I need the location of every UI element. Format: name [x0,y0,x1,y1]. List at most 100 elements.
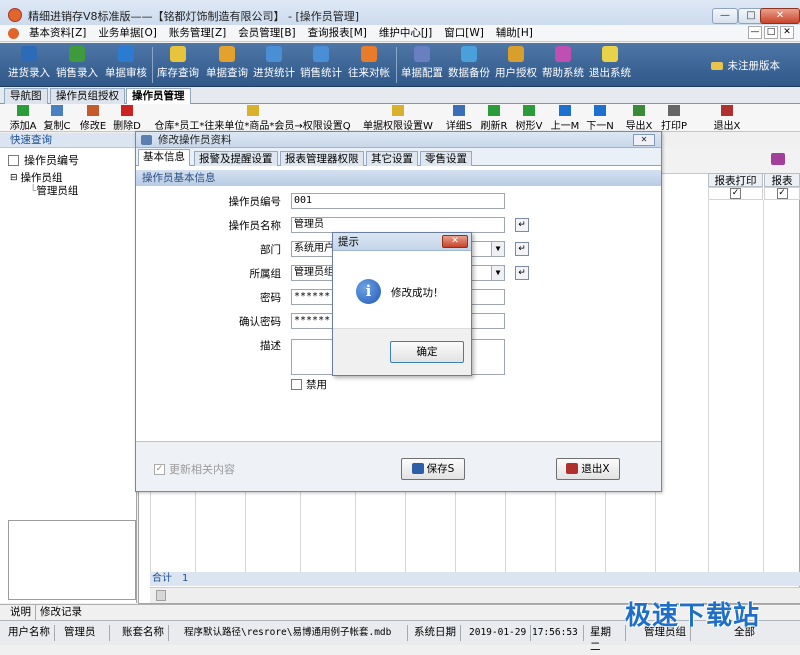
doc-query-button[interactable]: 单据查询 [205,46,249,80]
edit-button[interactable]: 修改E [78,105,108,132]
exit-door-icon [602,46,618,62]
grid-cell-checkbox[interactable]: ✓ [764,187,800,200]
close-button[interactable]: ✕ [760,8,800,24]
menu-window[interactable]: 窗口[W] [438,25,490,42]
status-book-value: 程序默认路径\resrore\易博通用例子帐套.mdb [180,625,408,641]
export-button[interactable]: 导出X [624,105,654,132]
message-box-close-button[interactable]: ✕ [442,235,468,248]
edit-icon [87,105,99,116]
status-book-label: 账套名称 [118,625,169,641]
scrollbar-thumb[interactable] [156,590,166,601]
operator-id-field[interactable]: 001 [291,193,505,209]
save-button[interactable]: 保存S [401,458,465,480]
column-header-report-print[interactable]: 报表打印 [708,173,763,187]
reconcile-button[interactable]: 往来对帐 [347,46,391,80]
mdi-minimize-button[interactable]: — [748,26,762,39]
menu-business-docs[interactable]: 业务单据[O] [92,25,162,42]
ok-button[interactable]: 确定 [390,341,464,363]
menu-maintenance[interactable]: 维护中心[J] [373,25,438,42]
backup-button[interactable]: 数据备份 [447,46,491,80]
disable-checkbox[interactable] [291,379,302,390]
department-picker-button[interactable]: ↵ [515,242,529,256]
update-related-checkbox[interactable]: ✓ [154,463,165,475]
doc-review-button[interactable]: 单据审核 [104,46,148,80]
stock-query-icon [170,46,186,62]
dialog-close-button[interactable]: ✕ [633,134,655,146]
info-icon: i [356,279,381,304]
arrow-left-icon [559,105,571,116]
filter-row: 操作员编号 [8,152,79,168]
tab-basic-info[interactable]: 基本信息 [138,149,190,166]
menu-help[interactable]: 辅助[H] [490,25,539,42]
copy-button[interactable]: 复制C [42,105,72,132]
tab-navigation[interactable]: 导航图 [4,88,48,104]
arrow-right-icon [594,105,606,116]
tree-icon [523,105,535,116]
print-button[interactable]: 打印P [659,105,689,132]
doc-query-icon [219,46,235,62]
main-toolbar: 进货录入 销售录入 单据审核 库存查询 单据查询 进货统计 销售统计 往来对帐 … [0,43,800,87]
status-user-value: 管理员 [60,625,110,641]
details-button[interactable]: 详细S [444,105,474,132]
status-date-label: 系统日期 [410,625,461,641]
message-box-footer: 确定 [333,328,471,375]
exit-button[interactable]: 退出X [710,105,744,132]
stock-query-button[interactable]: 库存查询 [156,46,200,80]
description-label: 描述 [260,340,281,352]
operator-name-field[interactable]: 管理员 [291,217,505,233]
menu-members[interactable]: 会员管理[B] [232,25,301,42]
copy-icon [51,105,63,116]
next-button[interactable]: 下一N [584,105,616,132]
exit-system-button[interactable]: 退出系统 [588,46,632,80]
menu-basic-data[interactable]: 基本资料[Z] [23,25,92,42]
mdi-close-button[interactable]: ✕ [780,26,794,39]
sales-stats-icon [313,46,329,62]
purchase-entry-button[interactable]: 进货录入 [8,46,50,80]
quick-query-header[interactable]: 快速查询 [0,133,136,148]
message-box-title: 提示 [338,236,359,248]
add-button[interactable]: 添加A [8,105,38,132]
tree-node-root[interactable]: ⊟ 操作员组 [10,172,78,185]
doc-config-button[interactable]: 单据配置 [400,46,444,80]
doc-permission-button[interactable]: 单据权限设置W [360,105,436,132]
update-related-label: 更新相关内容 [169,463,235,476]
refresh-button[interactable]: 刷新R [479,105,509,132]
purchase-stats-button[interactable]: 进货统计 [252,46,296,80]
purchase-entry-icon [21,46,37,62]
minimize-button[interactable]: — [712,8,738,24]
menu-reports[interactable]: 查询报表[M] [302,25,373,42]
dialog-exit-button[interactable]: 退出X [556,458,620,480]
disable-label: 禁用 [306,379,327,391]
tab-alerts[interactable]: 报警及提醒设置 [194,151,278,166]
prev-button[interactable]: 上一M [549,105,581,132]
book-icon[interactable] [771,153,785,165]
tree-node-admin-group[interactable]: └管理员组 [10,185,78,198]
permission-setting-button[interactable]: 仓库*员工*往来单位*商品*会员→权限设置Q [150,105,355,132]
notes-tab-history[interactable]: 修改记录 [35,605,86,620]
tab-report-permissions[interactable]: 报表管理器权限 [280,151,364,166]
delete-button[interactable]: 删除D [112,105,142,132]
mdi-restore-button[interactable]: □ [764,26,778,39]
tab-operator-management[interactable]: 操作员管理 [126,88,191,104]
tab-group-auth[interactable]: 操作员组授权 [50,88,125,104]
grid-line [245,490,246,572]
refresh-icon [488,105,500,116]
sales-entry-button[interactable]: 销售录入 [56,46,98,80]
user-auth-button[interactable]: 用户授权 [494,46,538,80]
tab-retail-settings[interactable]: 零售设置 [420,151,472,166]
key-icon [392,105,404,116]
column-header-report[interactable]: 报表 [764,173,800,187]
sales-stats-button[interactable]: 销售统计 [299,46,343,80]
tab-other-settings[interactable]: 其它设置 [366,151,418,166]
grid-cell-checkbox[interactable]: ✓ [708,187,763,200]
notes-tab-description[interactable]: 说明 [0,605,35,620]
help-system-button[interactable]: 帮助系统 [541,46,585,80]
group-picker-button[interactable]: ↵ [515,266,529,280]
sales-entry-icon [69,46,85,62]
unregistered-label: 未注册版本 [710,58,780,73]
left-bottom-panel [8,520,136,600]
menu-accounts[interactable]: 账务管理[Z] [163,25,232,42]
filter-checkbox[interactable] [8,154,19,166]
operator-name-picker-button[interactable]: ↵ [515,218,529,232]
tree-view-button[interactable]: 树形V [514,105,544,132]
